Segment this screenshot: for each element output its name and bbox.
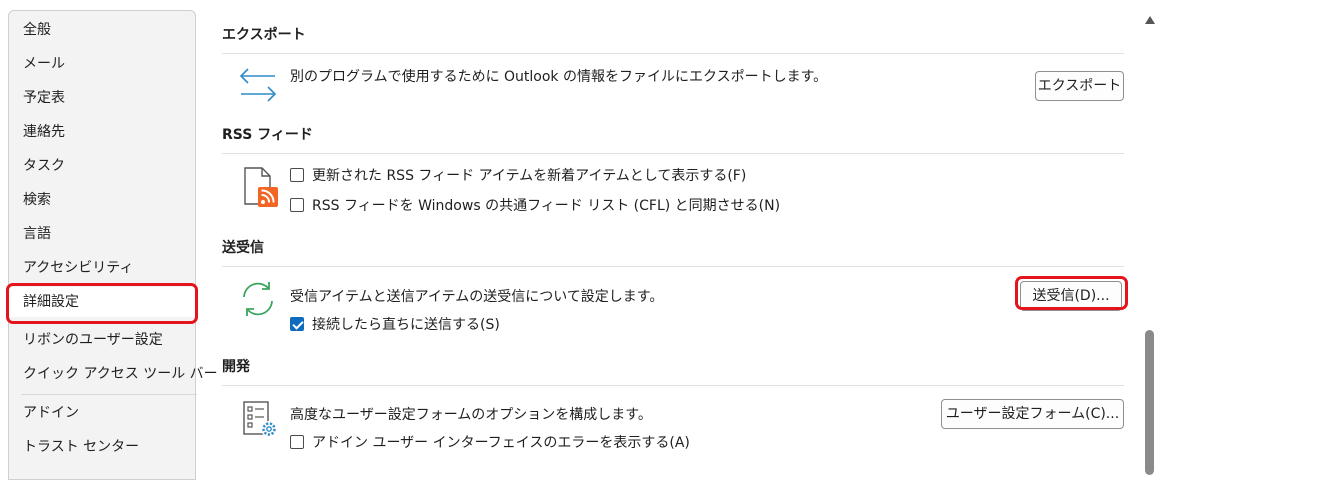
- sidebar-item-trust-center[interactable]: トラスト センター: [9, 432, 195, 462]
- sidebar-item-search[interactable]: 検索: [9, 185, 195, 215]
- sidebar-item-advanced[interactable]: 詳細設定: [9, 287, 195, 317]
- sidebar-item-language[interactable]: 言語: [9, 219, 195, 249]
- send-receive-button[interactable]: 送受信(D)...: [1020, 281, 1122, 311]
- sidebar-item-tasks[interactable]: タスク: [9, 151, 195, 181]
- section-title-developer: 開発: [222, 359, 250, 375]
- sidebar-item-addins[interactable]: アドイン: [9, 398, 195, 428]
- show-addin-errors-label: アドイン ユーザー インターフェイスのエラーを表示する(A): [312, 435, 690, 451]
- rss-show-updated-label: 更新された RSS フィード アイテムを新着アイテムとして表示する(F): [312, 168, 747, 184]
- export-button[interactable]: エクスポート: [1035, 71, 1124, 101]
- rss-show-updated-checkbox[interactable]: [290, 168, 304, 182]
- section-title-send-receive: 送受信: [222, 240, 264, 256]
- sidebar-item-general[interactable]: 全般: [9, 15, 195, 45]
- section-divider: [222, 53, 1124, 54]
- developer-description: 高度なユーザー設定フォームのオプションを構成します。: [290, 407, 652, 423]
- section-divider: [222, 266, 1124, 267]
- rss-feed-icon: [244, 167, 278, 207]
- sidebar-item-mail[interactable]: メール: [9, 49, 195, 79]
- section-divider: [222, 385, 1124, 386]
- sidebar-item-quick-access-toolbar[interactable]: クイック アクセス ツール バー: [9, 359, 218, 389]
- scroll-up-arrow-icon[interactable]: [1145, 16, 1155, 24]
- send-receive-description: 受信アイテムと送信アイテムの送受信について設定します。: [290, 289, 664, 305]
- rss-sync-cfl-label: RSS フィードを Windows の共通フィード リスト (CFL) と同期さ…: [312, 198, 781, 214]
- sidebar-item-calendar[interactable]: 予定表: [9, 83, 195, 113]
- show-addin-errors-checkbox[interactable]: [290, 435, 304, 449]
- sidebar-item-customize-ribbon[interactable]: リボンのユーザー設定: [9, 325, 195, 355]
- form-settings-icon: [243, 401, 277, 437]
- sidebar-divider: [21, 394, 197, 395]
- custom-forms-button[interactable]: ユーザー設定フォーム(C)...: [941, 399, 1124, 429]
- sidebar-item-contacts[interactable]: 連絡先: [9, 117, 195, 147]
- section-title-rss: RSS フィード: [222, 127, 313, 143]
- sync-icon: [243, 282, 273, 316]
- export-arrows-icon: [239, 68, 277, 102]
- export-description: 別のプログラムで使用するために Outlook の情報をファイルにエクスポートし…: [290, 69, 828, 85]
- section-divider: [222, 153, 1124, 154]
- send-immediately-checkbox[interactable]: [290, 317, 304, 331]
- section-title-export: エクスポート: [222, 27, 306, 43]
- rss-sync-cfl-checkbox[interactable]: [290, 198, 304, 212]
- vertical-scrollbar[interactable]: [1140, 10, 1160, 475]
- send-immediately-label: 接続したら直ちに送信する(S): [312, 317, 500, 333]
- options-sidebar: 全般 メール 予定表 連絡先 タスク 検索 言語 アクセシビリティ 詳細設定 リ…: [8, 10, 218, 480]
- sidebar-item-accessibility[interactable]: アクセシビリティ: [9, 253, 195, 283]
- scrollbar-thumb[interactable]: [1145, 330, 1154, 475]
